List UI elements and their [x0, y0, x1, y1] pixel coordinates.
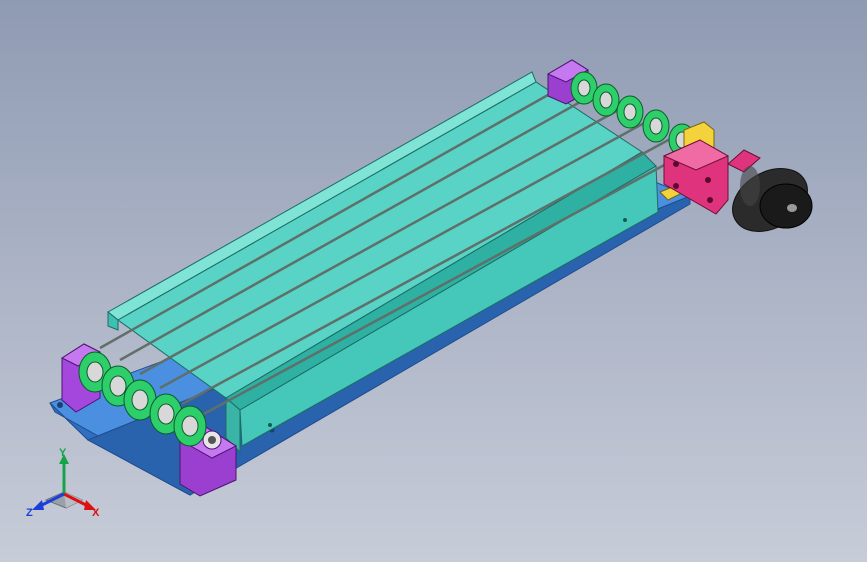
x-axis-label: X — [92, 507, 100, 519]
y-axis-arrow-icon — [59, 454, 69, 494]
z-axis-label: Z — [26, 507, 33, 519]
drive-motor[interactable] — [721, 156, 818, 244]
graphics-viewport[interactable]: Y Z X — [0, 0, 867, 562]
y-axis-label: Y — [59, 448, 67, 459]
cad-model-view[interactable] — [0, 0, 867, 562]
coordinate-triad: Y Z X — [26, 448, 100, 519]
